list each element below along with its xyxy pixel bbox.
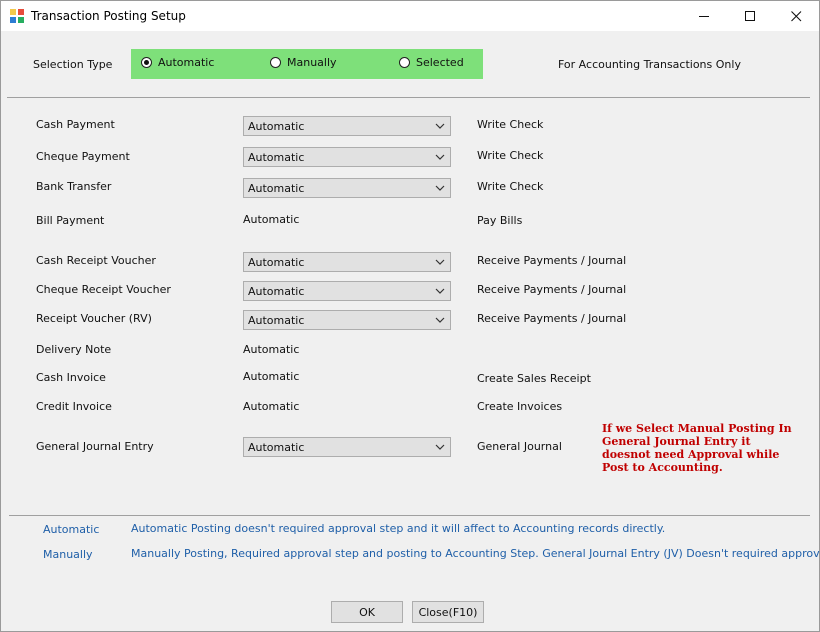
cash-receipt-voucher-select[interactable]: Automatic (243, 252, 451, 272)
radio-manually-label: Manually (287, 56, 337, 69)
legend-text-automatic: Automatic Posting doesn't required appro… (131, 522, 666, 535)
minimize-icon (698, 15, 709, 17)
general-journal-entry-select[interactable]: Automatic (243, 437, 451, 457)
row-target-cash-receipt-voucher: Receive Payments / Journal (477, 254, 627, 267)
row-target-general-journal-entry: General Journal (477, 440, 562, 453)
selection-type-panel: Automatic Manually Selected (131, 49, 483, 79)
manual-posting-warning: If we Select Manual Posting In General J… (602, 422, 792, 474)
close-icon (790, 10, 801, 21)
combo-value: Automatic (248, 314, 305, 327)
combo-value: Automatic (248, 256, 305, 269)
row-label-cheque-payment: Cheque Payment (36, 150, 130, 163)
delivery-note-value: Automatic (243, 343, 300, 356)
radio-selected[interactable]: Selected (399, 56, 464, 69)
cash-invoice-value: Automatic (243, 370, 300, 383)
receipt-voucher-rv-select[interactable]: Automatic (243, 310, 451, 330)
row-label-general-journal-entry: General Journal Entry (36, 440, 154, 453)
legend-key-manually: Manually (43, 548, 93, 561)
bill-payment-value: Automatic (243, 213, 300, 226)
window-title: Transaction Posting Setup (31, 9, 186, 23)
accounting-only-note: For Accounting Transactions Only (558, 58, 741, 71)
row-target-cheque-receipt-voucher: Receive Payments / Journal (477, 283, 627, 296)
row-label-cash-receipt-voucher: Cash Receipt Voucher (36, 254, 156, 267)
cheque-receipt-voucher-select[interactable]: Automatic (243, 281, 451, 301)
row-label-cash-payment: Cash Payment (36, 118, 115, 131)
row-label-delivery-note: Delivery Note (36, 343, 112, 356)
minimize-button[interactable] (681, 1, 727, 31)
radio-unchecked-icon (399, 57, 410, 68)
chevron-down-icon (435, 185, 445, 191)
row-target-cheque-payment: Write Check (477, 149, 544, 162)
radio-checked-icon (141, 57, 152, 68)
row-target-receipt-voucher-rv: Receive Payments / Journal (477, 312, 627, 325)
close-button[interactable]: Close(F10) (412, 601, 484, 623)
cash-payment-select[interactable]: Automatic (243, 116, 451, 136)
combo-value: Automatic (248, 441, 305, 454)
app-icon (10, 9, 24, 23)
chevron-down-icon (435, 288, 445, 294)
chevron-down-icon (435, 154, 445, 160)
combo-value: Automatic (248, 182, 305, 195)
cheque-payment-select[interactable]: Automatic (243, 147, 451, 167)
chevron-down-icon (435, 317, 445, 323)
divider (7, 97, 810, 98)
combo-value: Automatic (248, 151, 305, 164)
radio-selected-label: Selected (416, 56, 464, 69)
row-label-receipt-voucher-rv: Receipt Voucher (RV) (36, 312, 152, 325)
divider (9, 515, 810, 516)
chevron-down-icon (435, 444, 445, 450)
transaction-posting-setup-window: Transaction Posting Setup Selection Type… (0, 0, 820, 632)
close-window-button[interactable] (773, 1, 819, 31)
row-label-credit-invoice: Credit Invoice (36, 400, 112, 413)
ok-button[interactable]: OK (331, 601, 403, 623)
bank-transfer-select[interactable]: Automatic (243, 178, 451, 198)
title-bar[interactable]: Transaction Posting Setup (1, 1, 819, 31)
radio-automatic-label: Automatic (158, 56, 215, 69)
row-target-cash-payment: Write Check (477, 118, 544, 131)
combo-value: Automatic (248, 120, 305, 133)
combo-value: Automatic (248, 285, 305, 298)
row-label-cash-invoice: Cash Invoice (36, 371, 106, 384)
chevron-down-icon (435, 259, 445, 265)
row-label-bank-transfer: Bank Transfer (36, 180, 112, 193)
selection-type-label: Selection Type (33, 58, 113, 71)
radio-unchecked-icon (270, 57, 281, 68)
row-target-credit-invoice: Create Invoices (477, 400, 563, 413)
legend-key-automatic: Automatic (43, 523, 100, 536)
row-target-cash-invoice: Create Sales Receipt (477, 372, 591, 385)
row-label-bill-payment: Bill Payment (36, 214, 105, 227)
row-label-cheque-receipt-voucher: Cheque Receipt Voucher (36, 283, 171, 296)
radio-manually[interactable]: Manually (270, 56, 337, 69)
maximize-icon (744, 10, 755, 21)
row-target-bank-transfer: Write Check (477, 180, 544, 193)
credit-invoice-value: Automatic (243, 400, 300, 413)
chevron-down-icon (435, 123, 445, 129)
maximize-button[interactable] (727, 1, 773, 31)
legend-text-manually: Manually Posting, Required approval step… (131, 547, 820, 560)
row-target-bill-payment: Pay Bills (477, 214, 523, 227)
radio-automatic[interactable]: Automatic (141, 56, 214, 69)
